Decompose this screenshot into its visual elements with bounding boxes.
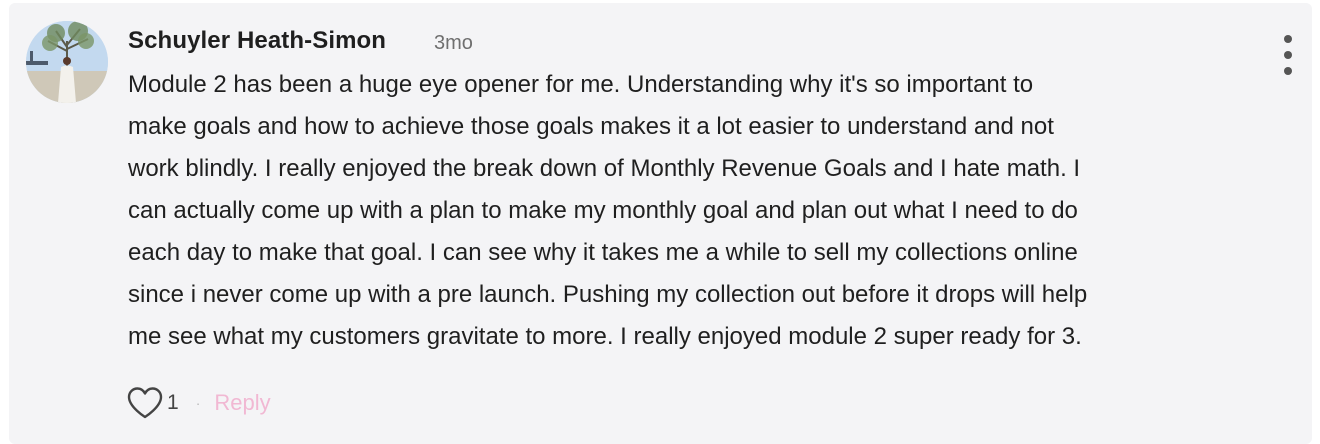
comment-line: since i never come up with a pre launch.… [128, 281, 1088, 308]
avatar-photo [26, 21, 108, 103]
comment-line: me see what my customers gravitate to mo… [128, 323, 1082, 350]
like-count: 1 [167, 391, 179, 414]
comment-line: make goals and how to achieve those goal… [128, 113, 1054, 140]
comment-card: Schuyler Heath-Simon 3mo Module 2 has be… [9, 3, 1312, 444]
reply-button[interactable]: Reply [214, 390, 270, 416]
action-separator: · [195, 395, 201, 411]
heart-outline-icon [127, 387, 163, 419]
avatar[interactable] [26, 21, 108, 103]
menu-dot [1284, 51, 1292, 59]
comment-actions: 1 · Reply [126, 385, 271, 421]
author-name[interactable]: Schuyler Heath-Simon [128, 27, 386, 55]
comment-timestamp: 3mo [434, 32, 473, 54]
like-button[interactable]: 1 [126, 386, 179, 420]
comment-line: work blindly. I really enjoyed the break… [128, 155, 1081, 182]
comment-body: Module 2 has been a huge eye opener for … [128, 64, 1298, 358]
menu-dot [1284, 35, 1292, 43]
comment-line: can actually come up with a plan to make… [128, 197, 1078, 224]
comment-line: each day to make that goal. I can see wh… [128, 239, 1078, 266]
comment-line: Module 2 has been a huge eye opener for … [128, 71, 1034, 98]
